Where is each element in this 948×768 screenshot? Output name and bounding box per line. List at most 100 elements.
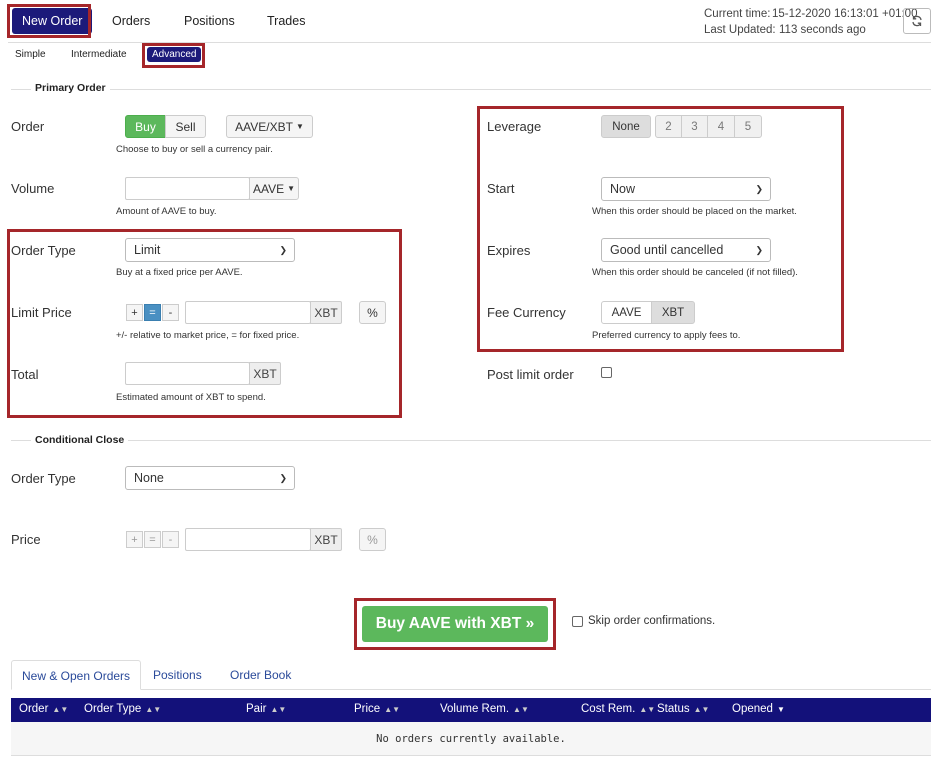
caret-down-icon: ▼ [295,122,304,131]
sell-button[interactable]: Sell [165,115,206,138]
col-status[interactable]: Status ▲▼ [657,703,709,715]
subtab-advanced[interactable]: Advanced [147,47,202,62]
chevron-down-icon: ❯ [279,245,287,255]
minus-toggle[interactable]: - [162,304,179,321]
sort-icon: ▲▼ [513,705,529,714]
total-unit: XBT [249,362,281,385]
close-percent-button[interactable]: % [359,528,386,551]
last-updated-label: Last Updated: [704,24,776,36]
tab-positions-bottom[interactable]: Positions [143,660,212,690]
col-price[interactable]: Price ▲▼ [354,703,400,715]
limit-price-input[interactable] [185,301,311,324]
nav-divider [8,42,931,43]
col-volume-rem[interactable]: Volume Rem. ▲▼ [440,703,529,715]
conditional-divider [11,440,931,441]
sort-desc-icon: ▼ [776,705,785,714]
volume-unit: AAVE [252,181,285,196]
order-type-label: Order Type [11,243,76,258]
leverage-label: Leverage [487,119,542,134]
tab-new-open-orders[interactable]: New & Open Orders [11,660,142,690]
close-order-type-select[interactable]: None ❯ [125,466,295,490]
volume-unit-dropdown[interactable]: AAVE ▼ [249,177,299,200]
buy-button[interactable]: Buy [125,115,166,138]
leverage-5[interactable]: 5 [734,115,762,138]
close-minus-toggle[interactable]: - [162,531,179,548]
order-type-select[interactable]: Limit ❯ [125,238,295,262]
col-opened[interactable]: Opened ▼ [732,703,785,715]
total-input[interactable] [125,362,250,385]
sort-icon: ▲▼ [384,705,401,714]
volume-input[interactable] [125,177,250,200]
fee-currency-help: Preferred currency to apply fees to. [592,330,741,341]
last-updated-value: 113 seconds ago [779,24,866,36]
limit-price-label: Limit Price [11,305,72,320]
chevron-down-icon: ❯ [755,245,763,255]
skip-confirm-label: Skip order confirmations. [588,615,716,627]
pair-dropdown[interactable]: AAVE/XBT ▼ [226,115,313,138]
leverage-none[interactable]: None [601,115,651,138]
tab-new-order[interactable]: New Order [12,8,93,34]
sort-icon: ▲▼ [639,705,656,714]
fee-currency-label: Fee Currency [487,305,566,320]
subtab-intermediate[interactable]: Intermediate [71,49,127,60]
start-label: Start [487,181,515,196]
tab-trades[interactable]: Trades [257,8,315,34]
start-select[interactable]: Now ❯ [601,177,771,201]
sort-icon: ▲▼ [52,705,69,714]
close-order-type-label: Order Type [11,471,76,486]
primary-order-heading: Primary Order [31,82,110,94]
leverage-3[interactable]: 3 [681,115,708,138]
col-cost-rem[interactable]: Cost Rem. ▲▼ [581,703,655,715]
fee-aave[interactable]: AAVE [601,301,652,324]
sort-icon: ▲▼ [693,705,710,714]
skip-confirm-checkbox[interactable] [572,616,583,627]
expires-select[interactable]: Good until cancelled ❯ [601,238,771,262]
tab-positions[interactable]: Positions [174,8,245,34]
start-value: Now [610,182,636,196]
caret-down-icon: ▼ [287,184,296,193]
close-price-label: Price [11,532,41,547]
conditional-close-heading: Conditional Close [31,434,129,446]
refresh-button[interactable] [903,8,931,34]
col-order[interactable]: Order ▲▼ [19,703,68,715]
start-help: When this order should be placed on the … [592,206,797,217]
sort-icon: ▲▼ [145,705,162,714]
order-type-help: Buy at a fixed price per AAVE. [116,267,243,278]
submit-buy-button[interactable]: Buy AAVE with XBT » [362,606,548,642]
col-order-type[interactable]: Order Type ▲▼ [84,703,161,715]
close-price-input[interactable] [185,528,311,551]
fee-xbt[interactable]: XBT [651,301,695,324]
total-help: Estimated amount of XBT to spend. [116,392,266,403]
leverage-2[interactable]: 2 [655,115,682,138]
tab-orders[interactable]: Orders [102,8,160,34]
leverage-4[interactable]: 4 [707,115,735,138]
col-pair[interactable]: Pair ▲▼ [246,703,286,715]
tab-order-book[interactable]: Order Book [220,660,301,690]
post-limit-label: Post limit order [487,367,574,382]
chevron-down-icon: ❯ [279,473,287,483]
volume-label: Volume [11,181,55,196]
expires-label: Expires [487,243,531,258]
percent-button[interactable]: % [359,301,386,324]
close-price-unit: XBT [310,528,342,551]
expires-value: Good until cancelled [610,243,724,257]
post-limit-checkbox[interactable] [601,367,612,378]
total-label: Total [11,367,39,382]
sort-icon: ▲▼ [270,705,287,714]
equals-toggle[interactable]: = [144,304,161,321]
primary-divider [11,89,931,90]
limit-price-unit: XBT [310,301,342,324]
table-empty-message: No orders currently available. [11,722,931,756]
orders-table-header: Order ▲▼ Order Type ▲▼ Pair ▲▼ Price ▲▼ Volu… [11,698,931,722]
order-label: Order [11,119,45,134]
chevron-down-icon: ❯ [755,184,763,194]
subtab-simple[interactable]: Simple [15,49,46,60]
plus-toggle[interactable]: + [126,304,143,321]
volume-help: Amount of AAVE to buy. [116,206,217,217]
close-equals-toggle[interactable]: = [144,531,161,548]
pair-label: AAVE/XBT [235,119,293,134]
expires-help: When this order should be canceled (if n… [592,267,798,278]
close-order-type-value: None [134,471,164,485]
refresh-icon [912,15,922,27]
close-plus-toggle[interactable]: + [126,531,143,548]
